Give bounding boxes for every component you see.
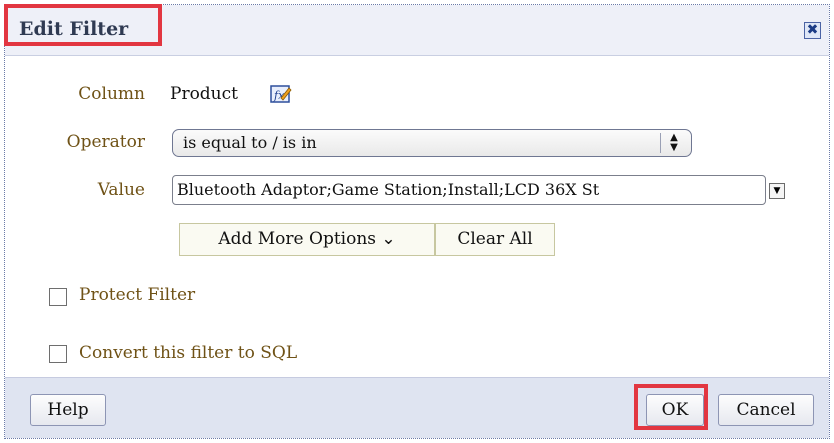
column-label: Column — [78, 84, 145, 104]
convert-sql-checkbox[interactable] — [49, 345, 67, 363]
column-value: Product — [170, 84, 238, 104]
updown-arrows-icon: ▲ ▼ — [660, 133, 687, 153]
add-more-options-label: Add More Options — [218, 229, 377, 249]
value-input[interactable]: Bluetooth Adaptor;Game Station;Install;L… — [172, 175, 766, 205]
operator-label: Operator — [66, 132, 145, 152]
value-dropdown-icon[interactable]: ▼ — [769, 183, 785, 199]
protect-filter-label: Protect Filter — [79, 285, 196, 305]
help-button[interactable]: Help — [30, 394, 106, 426]
edit-formula-icon[interactable]: fx — [270, 84, 292, 104]
clear-all-button[interactable]: Clear All — [435, 223, 555, 256]
protect-filter-checkbox[interactable] — [49, 288, 67, 306]
dialog-titlebar: Edit Filter ✖ — [4, 4, 829, 56]
convert-sql-label: Convert this filter to SQL — [79, 343, 298, 363]
title-highlight-box — [4, 4, 162, 46]
edit-filter-dialog: Edit Filter ✖ Column Product fx Operator… — [4, 4, 830, 439]
add-more-options-button[interactable]: Add More Options ⌄ — [179, 223, 435, 256]
value-label: Value — [97, 180, 145, 200]
operator-select[interactable]: is equal to / is in ▲ ▼ — [172, 129, 692, 157]
close-icon[interactable]: ✖ — [804, 22, 821, 39]
cancel-button[interactable]: Cancel — [718, 394, 814, 426]
ok-highlight-box — [634, 384, 708, 430]
operator-selected-value: is equal to / is in — [183, 133, 317, 152]
chevron-down-icon: ⌄ — [381, 229, 396, 249]
